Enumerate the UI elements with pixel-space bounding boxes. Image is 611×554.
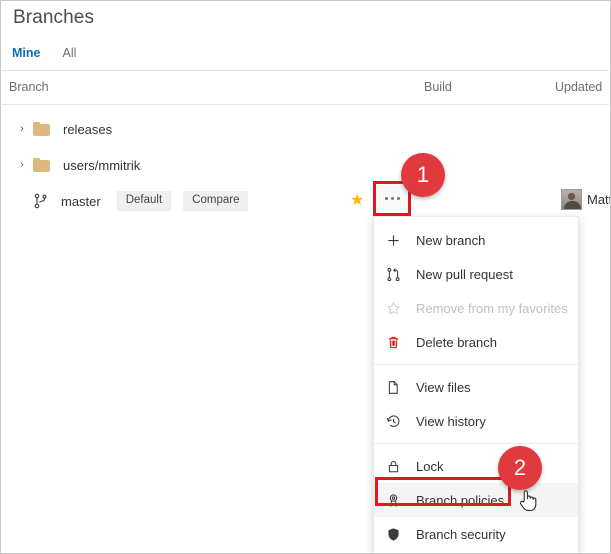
ellipsis-dot bbox=[396, 196, 400, 200]
context-menu: New branch New pull request Remove from … bbox=[373, 216, 579, 553]
menu-item-label: Delete branch bbox=[416, 334, 497, 350]
more-actions-button[interactable] bbox=[377, 185, 407, 211]
branch-name: master bbox=[61, 193, 101, 209]
menu-item-view-files[interactable]: View files bbox=[374, 370, 578, 404]
file-icon bbox=[386, 379, 406, 395]
menu-divider bbox=[374, 443, 578, 444]
ellipsis-dot bbox=[390, 196, 394, 200]
branch-folder-name: users/mmitrik bbox=[63, 157, 141, 173]
table-row[interactable]: master Default Compare bbox=[1, 183, 610, 219]
menu-item-branch-policies[interactable]: Branch policies bbox=[374, 483, 578, 517]
git-branch-icon bbox=[33, 193, 49, 209]
policy-ribbon-icon bbox=[386, 492, 406, 508]
menu-item-new-branch[interactable]: New branch bbox=[374, 223, 578, 257]
grid-header-divider bbox=[2, 104, 609, 105]
menu-item-lock[interactable]: Lock bbox=[374, 449, 578, 483]
menu-item-label: Remove from my favorites bbox=[416, 300, 568, 316]
pull-request-icon bbox=[386, 266, 406, 282]
history-icon bbox=[386, 413, 406, 429]
menu-item-new-pull-request[interactable]: New pull request bbox=[374, 257, 578, 291]
tab-bar: Mine All bbox=[11, 46, 77, 62]
menu-item-label: View history bbox=[416, 413, 486, 429]
menu-item-label: New branch bbox=[416, 232, 486, 248]
column-header-branch: Branch bbox=[9, 80, 49, 94]
table-row[interactable]: › releases bbox=[1, 111, 610, 147]
menu-divider bbox=[374, 364, 578, 365]
chevron-right-icon[interactable]: › bbox=[15, 123, 29, 135]
callout-badge-2: 2 bbox=[498, 446, 542, 490]
branches-page: Branches Mine All Branch Build Updated ›… bbox=[0, 0, 611, 554]
menu-item-label: View files bbox=[416, 379, 471, 395]
ellipsis-dot bbox=[384, 196, 388, 200]
page-title: Branches bbox=[13, 7, 95, 28]
plus-icon bbox=[386, 232, 406, 248]
column-header-updated: Updated bbox=[555, 80, 603, 94]
menu-item-label: New pull request bbox=[416, 266, 513, 282]
compare-tag[interactable]: Compare bbox=[183, 191, 249, 211]
tab-all[interactable]: All bbox=[61, 46, 77, 62]
callout-badge-1: 1 bbox=[401, 153, 445, 197]
avatar bbox=[561, 189, 582, 210]
star-outline-icon bbox=[386, 300, 406, 316]
menu-item-branch-security[interactable]: Branch security bbox=[374, 517, 578, 551]
column-header-build: Build bbox=[424, 80, 452, 94]
menu-item-label: Lock bbox=[416, 458, 444, 474]
shield-icon bbox=[386, 526, 406, 542]
branch-author-name: Matt bbox=[587, 192, 611, 207]
chevron-right-icon[interactable]: › bbox=[15, 159, 29, 171]
menu-item-remove-from-favorites: Remove from my favorites bbox=[374, 291, 578, 325]
menu-item-label: Branch security bbox=[416, 526, 506, 542]
folder-icon bbox=[33, 158, 51, 172]
menu-item-delete-branch[interactable]: Delete branch bbox=[374, 325, 578, 359]
tab-mine[interactable]: Mine bbox=[11, 46, 41, 62]
default-tag[interactable]: Default bbox=[116, 191, 172, 211]
star-filled-icon[interactable]: ★ bbox=[350, 193, 364, 209]
folder-icon bbox=[33, 122, 51, 136]
menu-item-view-history[interactable]: View history bbox=[374, 404, 578, 438]
trash-icon bbox=[386, 334, 406, 350]
menu-item-label: Branch policies bbox=[416, 492, 505, 508]
table-row[interactable]: › users/mmitrik bbox=[1, 147, 610, 183]
grid-header: Branch Build Updated bbox=[1, 71, 610, 105]
lock-icon bbox=[386, 458, 406, 474]
branch-folder-name: releases bbox=[63, 121, 113, 137]
